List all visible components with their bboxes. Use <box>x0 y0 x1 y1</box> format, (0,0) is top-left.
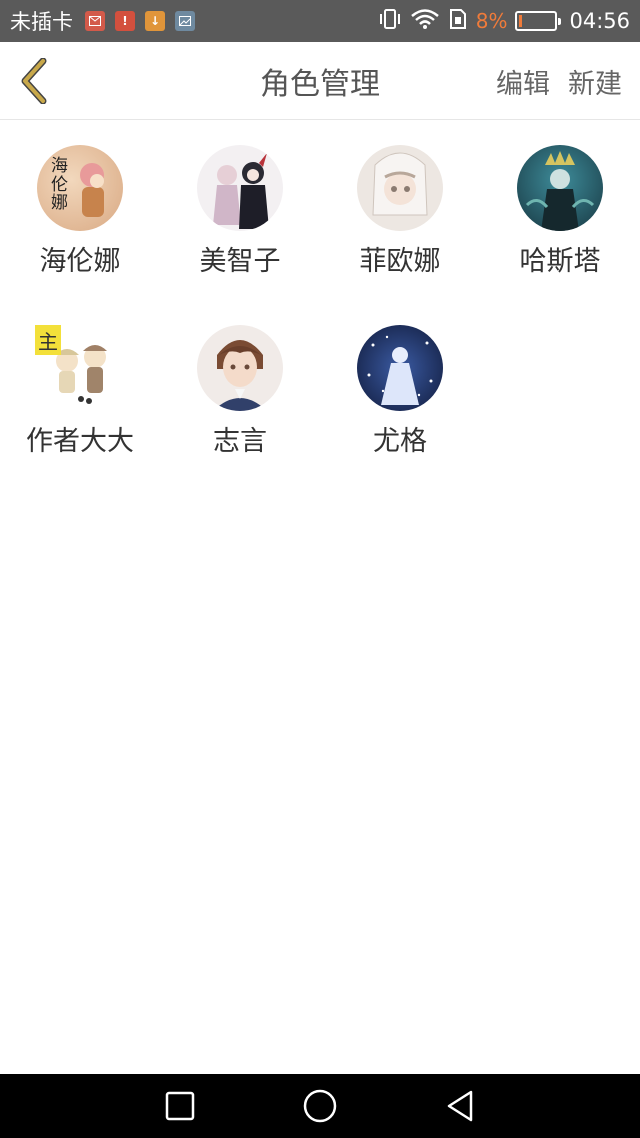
role-name: 海伦娜 <box>39 246 121 277</box>
square-icon <box>165 1091 195 1121</box>
vibrate-icon <box>378 8 402 35</box>
battery-percent: 8% <box>475 9 508 33</box>
role-item-author[interactable]: 作者大大 <box>0 325 160 475</box>
role-item-michiko[interactable]: 美智子 <box>160 145 320 295</box>
circle-icon <box>303 1089 337 1123</box>
avatar <box>357 145 443 231</box>
role-item-zhiyan[interactable]: 志言 <box>160 325 320 475</box>
role-name: 志言 <box>213 426 267 457</box>
home-button[interactable] <box>300 1086 340 1126</box>
battery-fill <box>519 15 523 27</box>
battery-icon <box>515 11 562 31</box>
back-button[interactable] <box>14 56 54 106</box>
avatar <box>517 145 603 231</box>
chevron-left-icon <box>21 58 47 104</box>
header: 角色管理 编辑 新建 <box>0 42 640 120</box>
role-name: 美智子 <box>199 246 281 277</box>
back-nav-button[interactable] <box>440 1086 480 1126</box>
system-nav-bar <box>0 1074 640 1138</box>
avatar <box>357 325 443 411</box>
avatar: 海 伦 娜 <box>37 145 123 231</box>
role-item-yog[interactable]: 尤格 <box>320 325 480 475</box>
avatar-text: 海 伦 娜 <box>51 156 68 214</box>
mail-icon <box>85 11 105 31</box>
image-icon <box>175 11 195 31</box>
download-icon: ↓ <box>145 11 165 31</box>
clock: 04:56 <box>569 9 630 33</box>
sim-icon <box>448 8 468 35</box>
wifi-icon <box>410 8 440 35</box>
role-name: 尤格 <box>373 426 427 457</box>
role-name: 菲欧娜 <box>359 246 441 277</box>
role-name: 哈斯塔 <box>519 246 601 277</box>
role-item-hastur[interactable]: 哈斯塔 <box>480 145 640 295</box>
new-button[interactable]: 新建 <box>568 62 622 101</box>
triangle-back-icon <box>447 1090 473 1122</box>
avatar <box>197 325 283 411</box>
role-item-helena[interactable]: 海 伦 娜 海伦娜 <box>0 145 160 295</box>
main-role-badge: 主 <box>35 325 61 355</box>
role-grid: 海 伦 娜 海伦娜 美智子 菲欧娜 哈斯塔 作者大大 志言 尤格 <box>0 145 640 475</box>
role-name: 作者大大 <box>26 426 134 457</box>
edit-button[interactable]: 编辑 <box>496 62 550 101</box>
alert-icon: ! <box>115 11 135 31</box>
carrier-label: 未插卡 <box>10 10 73 34</box>
recent-apps-button[interactable] <box>160 1086 200 1126</box>
status-bar: 未插卡 ! ↓ 8% 04:56 <box>0 0 640 42</box>
role-item-fiona[interactable]: 菲欧娜 <box>320 145 480 295</box>
avatar <box>197 145 283 231</box>
